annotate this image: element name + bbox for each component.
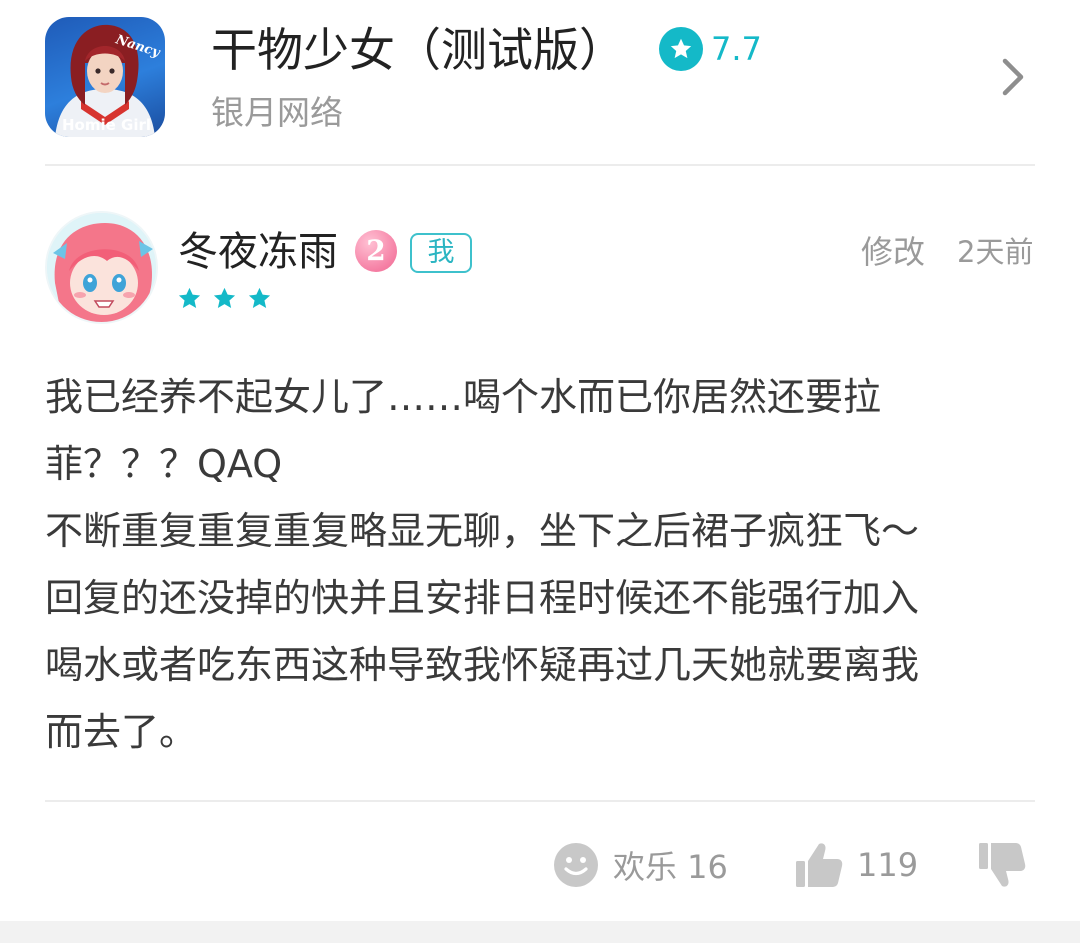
- review-star-rating: [176, 285, 273, 313]
- app-rating: 7.7: [659, 27, 762, 71]
- bottom-bar: [0, 921, 1080, 943]
- fun-label: 欢乐 16: [613, 848, 728, 886]
- star-icon: [213, 287, 236, 308]
- review-line: 而去了。: [45, 710, 198, 754]
- smiley-icon: [554, 843, 598, 887]
- fun-button[interactable]: 欢乐 16: [553, 838, 728, 892]
- star-icon: [659, 27, 703, 71]
- review-line: 回复的还没掉的快并且安排日程时候还不能强行加入: [45, 576, 920, 620]
- review-line: 不断重复重复重复略显无聊，坐下之后裙子疯狂飞～: [45, 509, 920, 553]
- app-title: 干物少女（测试版）: [211, 23, 625, 77]
- me-tag: 我: [410, 233, 472, 273]
- user-avatar[interactable]: [45, 211, 158, 324]
- app-header[interactable]: Nancy Homie Girl 干物少女（测试版） 7.7 银月网络: [0, 0, 1080, 166]
- star-icon: [248, 287, 271, 308]
- avatar-art: [47, 213, 156, 322]
- review-line: 菲？？？QAQ: [45, 442, 283, 486]
- review-detail-page: Nancy Homie Girl 干物少女（测试版） 7.7 银月网络 冬夜冻雨…: [0, 0, 1080, 943]
- review-line: 喝水或者吃东西这种导致我怀疑再过几天她就要离我: [45, 643, 920, 687]
- thumbs-down-icon: [979, 843, 1026, 887]
- rating-value: 7.7: [711, 30, 762, 68]
- username[interactable]: 冬夜冻雨: [178, 226, 338, 278]
- review-time: 2天前: [957, 235, 1034, 269]
- dislike-button[interactable]: [978, 838, 1026, 892]
- actions-divider: [45, 800, 1035, 802]
- like-button[interactable]: 119: [795, 838, 918, 892]
- review-line: 我已经养不起女儿了……喝个水而已你居然还要拉: [45, 375, 882, 419]
- like-count: 119: [857, 846, 919, 884]
- app-icon-brand-text: Homie Girl: [62, 116, 152, 134]
- header-divider: [45, 164, 1035, 166]
- star-icon: [178, 287, 201, 308]
- review-body: 我已经养不起女儿了……喝个水而已你居然还要拉 菲？？？QAQ 不断重复重复重复略…: [45, 364, 1035, 766]
- chevron-right-icon[interactable]: [996, 54, 1030, 100]
- developer-name[interactable]: 银月网络: [211, 92, 343, 134]
- thumbs-up-icon: [796, 843, 843, 887]
- user-level-badge: 2: [355, 230, 397, 272]
- edit-review-button[interactable]: 修改: [861, 230, 925, 274]
- app-icon[interactable]: Nancy Homie Girl: [45, 17, 165, 137]
